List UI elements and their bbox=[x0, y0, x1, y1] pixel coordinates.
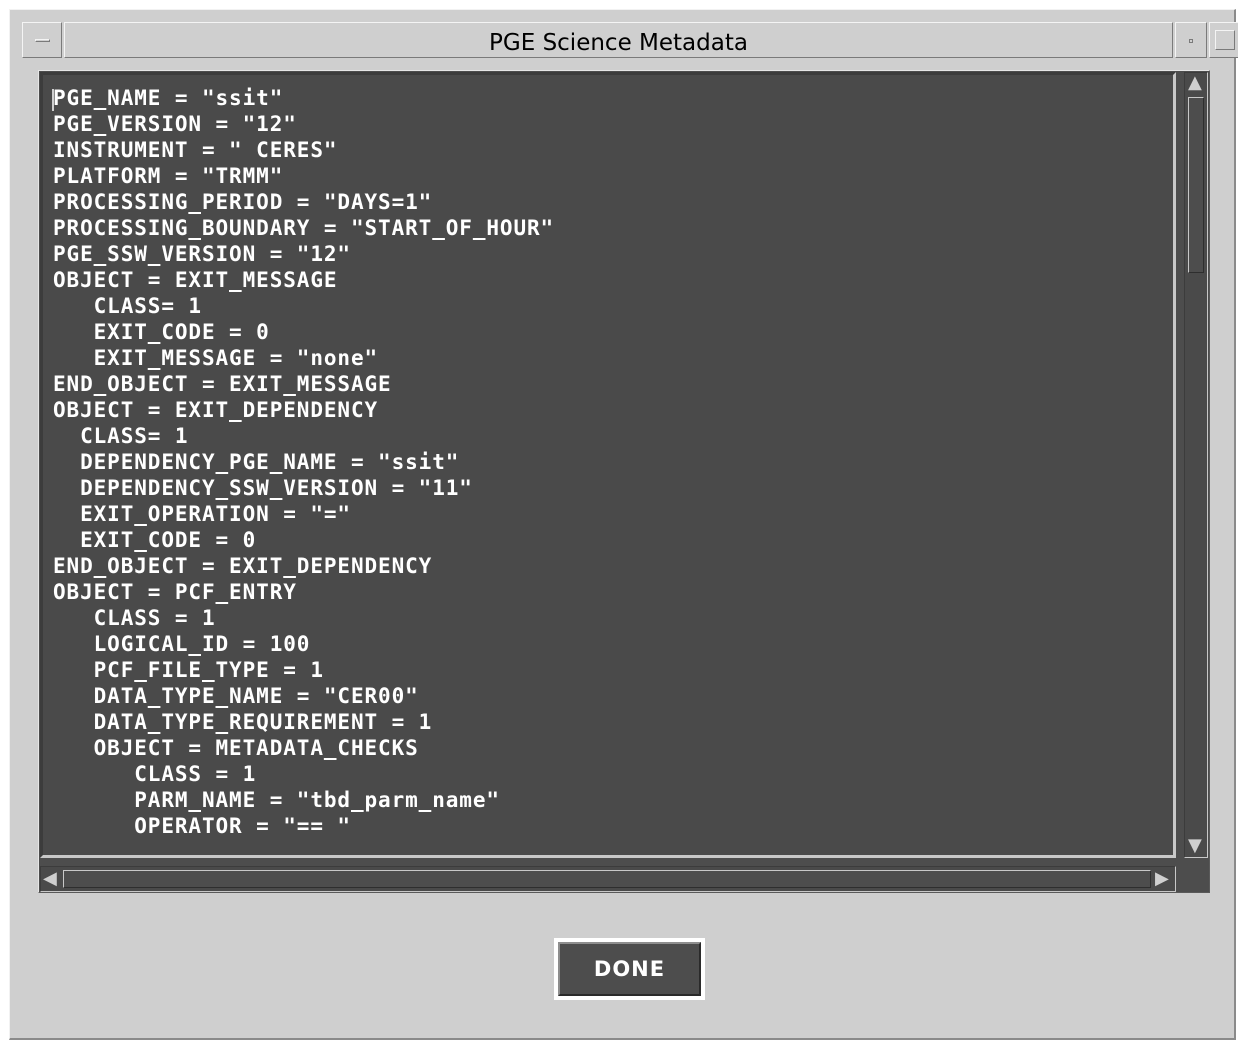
metadata-line: CLASS= 1 bbox=[93, 294, 202, 318]
metadata-line: EXIT_CODE = 0 bbox=[80, 528, 257, 552]
metadata-line: PGE_NAME = "ssit" bbox=[53, 86, 284, 110]
window-menu-icon bbox=[35, 39, 50, 42]
metadata-line: END_OBJECT = EXIT_DEPENDENCY bbox=[53, 554, 433, 578]
metadata-line: EXIT_CODE = 0 bbox=[93, 320, 270, 344]
metadata-line: PLATFORM = "TRMM" bbox=[53, 164, 284, 188]
horizontal-scrollbar[interactable]: ◀ ▶ bbox=[40, 866, 1176, 892]
metadata-line: DEPENDENCY_SSW_VERSION = "11" bbox=[80, 476, 473, 500]
metadata-line: OBJECT = METADATA_CHECKS bbox=[93, 736, 419, 760]
metadata-line: PCF_FILE_TYPE = 1 bbox=[93, 658, 324, 682]
done-button-frame: DONE bbox=[554, 938, 705, 1000]
vertical-scrollbar[interactable]: ▲ ▼ bbox=[1184, 72, 1208, 858]
metadata-line: CLASS = 1 bbox=[134, 762, 257, 786]
metadata-line: EXIT_MESSAGE = "none" bbox=[93, 346, 379, 370]
minimize-button[interactable] bbox=[1175, 22, 1207, 58]
metadata-line: PGE_SSW_VERSION = "12" bbox=[53, 242, 351, 266]
metadata-line: DATA_TYPE_REQUIREMENT = 1 bbox=[93, 710, 433, 734]
done-button[interactable]: DONE bbox=[558, 942, 701, 996]
metadata-line: EXIT_OPERATION = "=" bbox=[80, 502, 351, 526]
metadata-line: OBJECT = EXIT_DEPENDENCY bbox=[53, 398, 379, 422]
minimize-icon bbox=[1189, 39, 1193, 43]
metadata-text-area[interactable]: PGE_NAME = "ssit" PGE_VERSION = "12" INS… bbox=[40, 72, 1176, 858]
scroll-up-arrow-icon[interactable]: ▲ bbox=[1188, 74, 1202, 92]
horizontal-scroll-thumb[interactable] bbox=[63, 870, 1151, 888]
metadata-line: LOGICAL_ID = 100 bbox=[93, 632, 311, 656]
scroll-left-arrow-icon[interactable]: ◀ bbox=[43, 870, 57, 888]
metadata-line: INSTRUMENT = " CERES" bbox=[53, 138, 338, 162]
metadata-line: PROCESSING_PERIOD = "DAYS=1" bbox=[53, 190, 433, 214]
metadata-line: DATA_TYPE_NAME = "CER00" bbox=[93, 684, 419, 708]
metadata-line: OBJECT = EXIT_MESSAGE bbox=[53, 268, 338, 292]
metadata-line: PARM_NAME = "tbd_parm_name" bbox=[134, 788, 500, 812]
title-bar: PGE Science Metadata bbox=[10, 10, 1238, 60]
metadata-line: PGE_VERSION = "12" bbox=[53, 112, 297, 136]
vertical-scroll-thumb[interactable] bbox=[1188, 97, 1204, 273]
metadata-line: DEPENDENCY_PGE_NAME = "ssit" bbox=[80, 450, 460, 474]
maximize-button[interactable] bbox=[1209, 22, 1238, 58]
metadata-line: CLASS = 1 bbox=[93, 606, 216, 630]
metadata-line: END_OBJECT = EXIT_MESSAGE bbox=[53, 372, 392, 396]
metadata-line: CLASS= 1 bbox=[80, 424, 189, 448]
title-area[interactable]: PGE Science Metadata bbox=[64, 22, 1173, 58]
maximize-icon bbox=[1215, 30, 1235, 50]
scroll-right-arrow-icon[interactable]: ▶ bbox=[1155, 870, 1169, 888]
metadata-line: OPERATOR = "== " bbox=[134, 814, 351, 838]
window-title: PGE Science Metadata bbox=[489, 30, 748, 56]
metadata-text: PGE_NAME = "ssit" PGE_VERSION = "12" INS… bbox=[53, 85, 554, 839]
scroll-down-arrow-icon[interactable]: ▼ bbox=[1188, 837, 1202, 855]
metadata-line: OBJECT = PCF_ENTRY bbox=[53, 580, 297, 604]
metadata-line: PROCESSING_BOUNDARY = "START_OF_HOUR" bbox=[53, 216, 555, 240]
window-menu-button[interactable] bbox=[22, 22, 62, 58]
